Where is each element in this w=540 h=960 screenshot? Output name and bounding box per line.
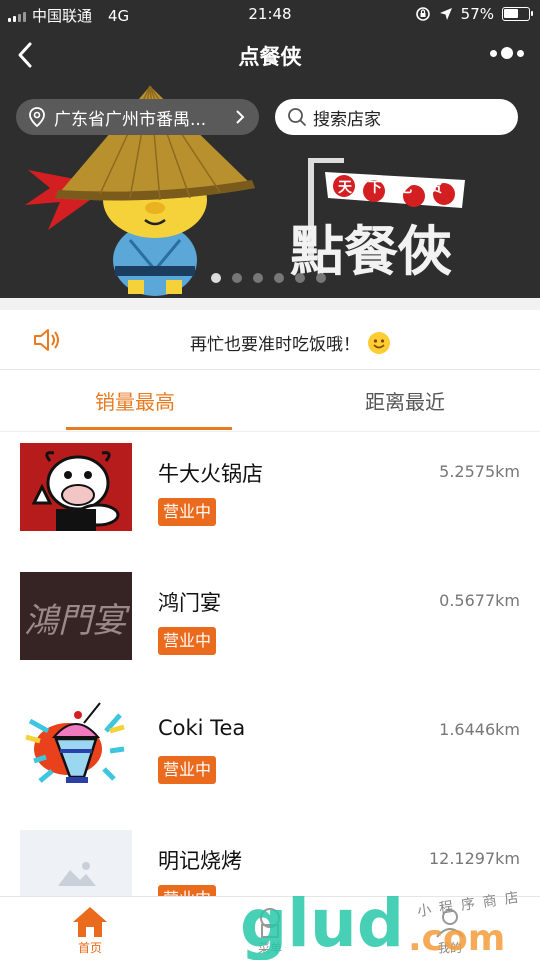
store-list: 牛大火锅店 5.2575km 营业中 鴻門宴 鸿门宴 0.5677km 营业中 — [0, 432, 540, 897]
sundae-logo — [25, 702, 125, 783]
store-row[interactable]: 明记烧烤 12.1297km 营业中 — [0, 819, 540, 897]
notice-bar: 再忙也要准时吃饭哦！ — [0, 310, 540, 370]
carousel-dots[interactable] — [211, 273, 326, 283]
tab-nearest[interactable]: 距离最近 — [270, 386, 540, 415]
page-title: 点餐侠 — [238, 45, 302, 69]
store-name: Coki Tea — [158, 716, 246, 740]
menu-icon — [260, 908, 280, 938]
tab-top-sales[interactable]: 销量最高 — [0, 386, 270, 415]
bottom-tab-bar: 首页 菜单 我的 — [0, 896, 540, 960]
sort-tabs: 销量最高 距离最近 — [0, 370, 540, 432]
carousel-dot[interactable] — [232, 273, 242, 283]
section-divider — [0, 298, 540, 310]
home-icon — [73, 907, 107, 937]
store-distance: 5.2575km — [439, 462, 520, 481]
tabbar-home[interactable]: 首页 — [50, 903, 130, 956]
status-badge: 营业中 — [158, 756, 217, 784]
store-row[interactable]: 牛大火锅店 5.2575km 营业中 — [0, 432, 540, 561]
store-distance: 0.5677km — [439, 591, 520, 610]
store-name: 明记烧烤 — [158, 849, 242, 873]
store-thumbnail — [20, 830, 132, 897]
search-placeholder: 搜索店家 — [313, 109, 381, 130]
store-thumbnail — [20, 701, 132, 789]
thumb-calligraphy-text: 鴻門宴 — [24, 601, 131, 641]
more-dots-icon[interactable] — [490, 47, 524, 59]
store-distance: 1.6446km — [439, 720, 520, 739]
status-badge: 营业中 — [158, 498, 217, 526]
smiley-icon — [368, 331, 390, 354]
calligraphy-logo: 鴻門宴 — [20, 572, 132, 660]
profile-icon — [436, 909, 464, 938]
tabbar-menu[interactable]: 菜单 — [230, 903, 310, 956]
store-row[interactable]: Coki Tea 1.6446km 营业中 — [0, 690, 540, 819]
cow-logo — [20, 443, 132, 531]
carousel-dot[interactable] — [295, 273, 305, 283]
carousel-dot[interactable] — [211, 273, 221, 283]
tabbar-home-label: 首页 — [77, 941, 102, 955]
location-text: 广东省广州市番禺... — [54, 109, 207, 130]
banner-carousel[interactable]: 天下吃货 點餐俠 广东省广州市番禺... 搜索店家 — [0, 80, 540, 298]
store-distance: 12.1297km — [428, 849, 520, 868]
active-tab-indicator — [66, 427, 232, 430]
store-name: 牛大火锅店 — [158, 462, 263, 486]
tabbar-menu-label: 菜单 — [257, 941, 282, 955]
store-thumbnail: 鴻門宴 — [20, 572, 132, 660]
location-arrow-icon — [439, 8, 452, 20]
image-placeholder-icon — [20, 830, 132, 897]
carousel-dot[interactable] — [253, 273, 263, 283]
store-name: 鸿门宴 — [158, 591, 221, 615]
speaker-icon — [34, 329, 59, 351]
store-thumbnail — [20, 443, 132, 531]
nav-bar: 点餐侠 — [0, 30, 540, 80]
store-row[interactable]: 鴻門宴 鸿门宴 0.5677km 营业中 — [0, 561, 540, 690]
status-bar: 中国联通 4G 21:48 57% — [0, 0, 540, 30]
notice-text: 再忙也要准时吃饭哦！ — [190, 335, 360, 355]
search-icon — [288, 108, 306, 126]
tabbar-profile[interactable]: 我的 — [410, 903, 490, 956]
slogan-text: 天下吃货 — [338, 179, 458, 196]
tabbar-profile-label: 我的 — [437, 941, 462, 955]
carousel-dot[interactable] — [316, 273, 326, 283]
battery-icon — [502, 7, 533, 21]
battery-percent: 57% — [460, 5, 494, 23]
location-pin-icon — [29, 107, 45, 127]
carousel-dot[interactable] — [274, 273, 284, 283]
status-badge: 营业中 — [158, 627, 217, 655]
search-input[interactable]: 搜索店家 — [275, 99, 518, 135]
rotation-lock-icon — [415, 7, 430, 21]
chevron-right-icon — [236, 110, 245, 124]
location-selector[interactable]: 广东省广州市番禺... — [16, 99, 259, 135]
